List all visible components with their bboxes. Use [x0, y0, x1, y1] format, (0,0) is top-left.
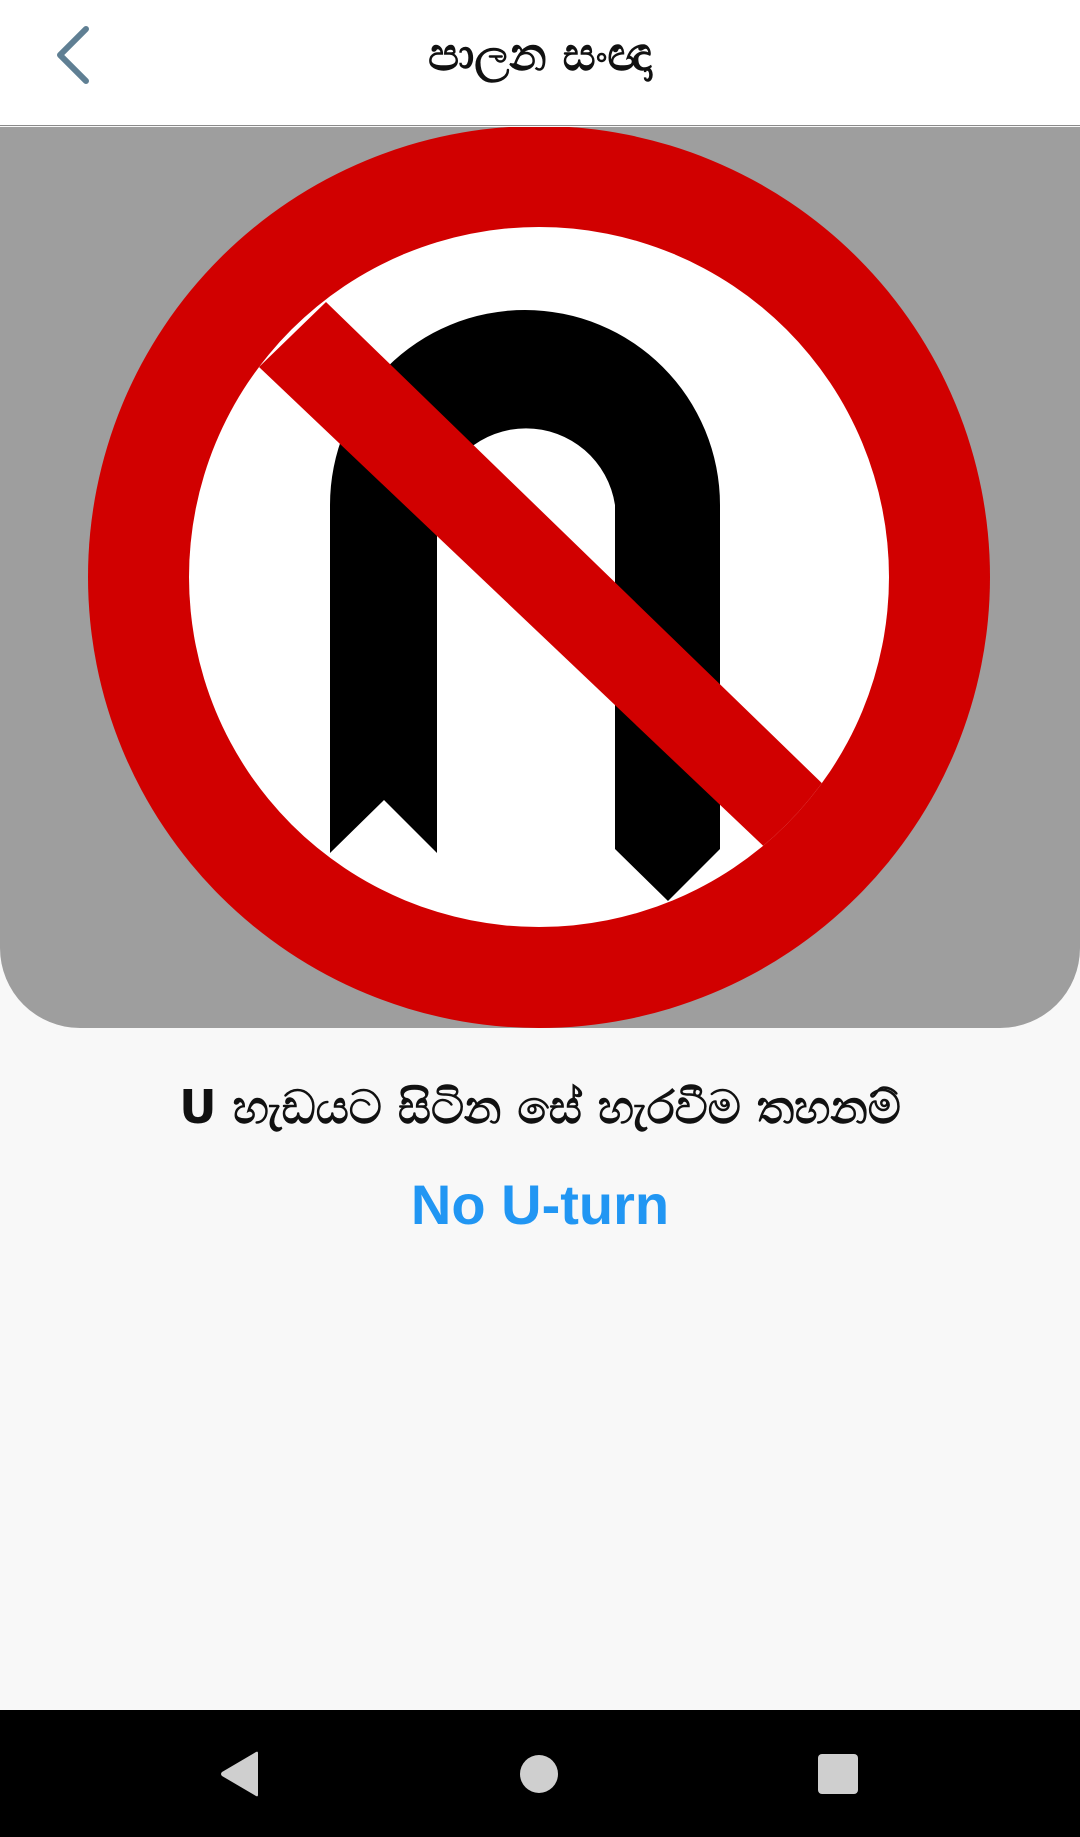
sign-name-sinhala: U හැඩයට සිටින සේ හැරවීම තහනම් [179, 1080, 901, 1134]
nav-recents-icon [818, 1753, 858, 1794]
sign-name-english: No U-turn [410, 1173, 670, 1236]
page-title: පාලන සංඥා [427, 27, 653, 81]
nav-back-button[interactable] [170, 1710, 310, 1837]
system-navigation-bar [0, 1710, 1080, 1837]
chevron-left-icon [57, 26, 89, 84]
no-u-turn-sign-icon [88, 127, 990, 1028]
nav-recents-button[interactable] [768, 1710, 908, 1837]
app-bar: පාලන සංඥා [0, 0, 1080, 126]
nav-home-button[interactable] [469, 1710, 609, 1837]
nav-home-icon [520, 1754, 558, 1793]
back-button[interactable] [40, 18, 108, 92]
nav-back-icon [221, 1751, 258, 1796]
sign-image-panel [0, 127, 1080, 1028]
